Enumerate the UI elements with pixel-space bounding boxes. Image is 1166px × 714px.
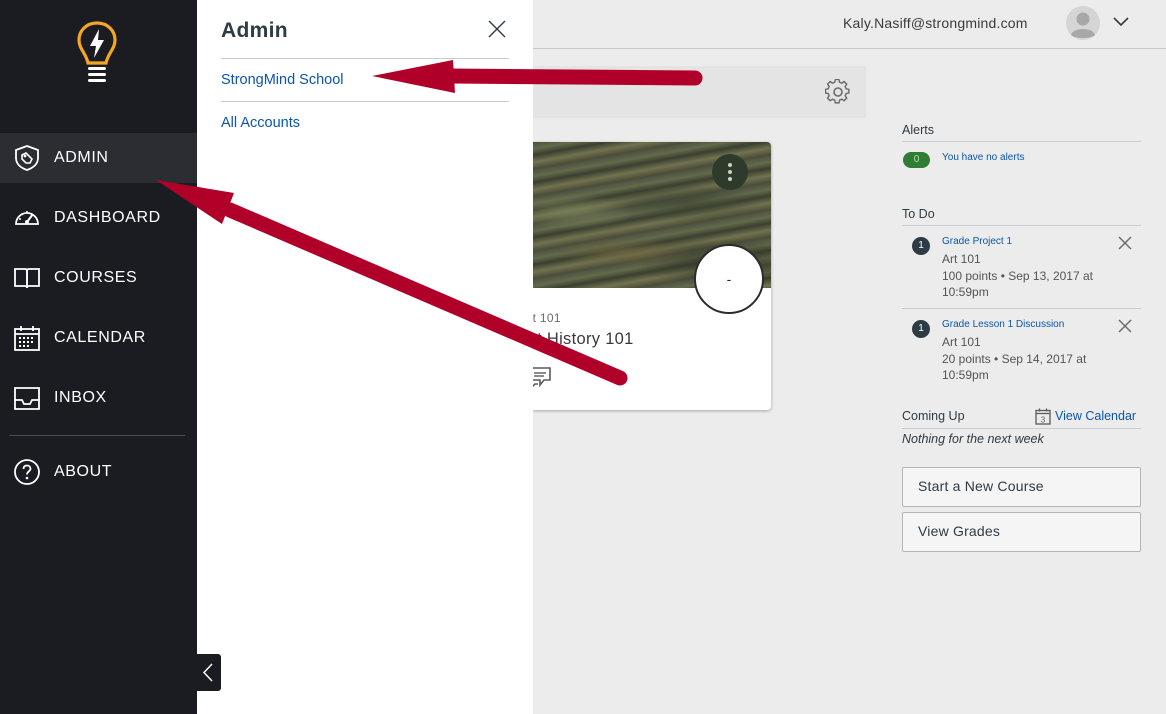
coming-up-heading: Coming Up — [902, 409, 965, 423]
start-new-course-button[interactable]: Start a New Course — [902, 467, 1141, 507]
tray-link-strongmind-school[interactable]: StrongMind School — [221, 72, 344, 88]
global-navigation: ADMIN DASHBOARD COURSES CALENDAR INBOX A… — [0, 0, 197, 714]
divider — [902, 225, 1141, 226]
tray-link-all-accounts[interactable]: All Accounts — [221, 115, 300, 131]
nav-item-label: ABOUT — [54, 463, 113, 480]
speedometer-icon — [15, 211, 39, 225]
user-avatar-icon[interactable] — [1066, 6, 1100, 40]
course-card-title[interactable]: Art History 101 — [520, 330, 634, 349]
chevron-down-icon[interactable] — [1113, 14, 1129, 30]
nav-item-label: COURSES — [54, 269, 138, 286]
divider — [902, 308, 1141, 309]
todo-count-badge: 1 — [912, 237, 930, 255]
course-grade-circle: - — [694, 244, 764, 314]
gear-icon[interactable] — [825, 79, 851, 105]
collapse-nav-button[interactable] — [196, 654, 221, 691]
view-calendar-link[interactable]: View Calendar — [1055, 409, 1136, 423]
nav-item-about[interactable]: ABOUT — [0, 447, 197, 497]
view-grades-button[interactable]: View Grades — [902, 512, 1141, 552]
alerts-heading: Alerts — [902, 123, 934, 137]
admin-tray: Admin StrongMind School All Accounts — [197, 0, 533, 714]
coming-up-empty-message: Nothing for the next week — [902, 432, 1044, 446]
todo-item-meta: 100 points • Sep 13, 2017 at 10:59pm — [942, 269, 1093, 299]
card-menu-icon[interactable] — [712, 154, 748, 190]
divider — [221, 101, 509, 102]
todo-item-meta: 20 points • Sep 14, 2017 at 10:59pm — [942, 352, 1087, 382]
strongmind-lightbulb-logo[interactable] — [76, 20, 118, 86]
course-card[interactable]: - Art 101 Art History 101 — [520, 142, 771, 410]
tray-title: Admin — [221, 19, 288, 42]
todo-item-course: Art 101 — [942, 335, 981, 349]
alerts-count-badge: 0 — [903, 152, 930, 168]
nav-item-calendar[interactable]: CALENDAR — [0, 313, 197, 363]
todo-count-badge: 1 — [912, 320, 930, 338]
nav-item-label: INBOX — [54, 389, 107, 406]
question-circle-icon — [14, 459, 40, 485]
dashboard-header-bar — [533, 66, 866, 118]
user-email: Kaly.Nasiff@strongmind.com — [843, 15, 1028, 31]
top-header: Kaly.Nasiff@strongmind.com — [533, 0, 1166, 49]
nav-item-dashboard[interactable]: DASHBOARD — [0, 193, 197, 243]
close-icon[interactable] — [1118, 319, 1132, 333]
todo-heading: To Do — [902, 207, 935, 221]
calendar-day-number: 3 — [1041, 416, 1046, 425]
close-icon[interactable] — [485, 17, 509, 41]
nav-item-label: ADMIN — [54, 149, 109, 166]
todo-item-course: Art 101 — [942, 252, 981, 266]
alerts-message: You have no alerts — [942, 152, 1025, 163]
calendar-day-icon: 3 — [1035, 408, 1051, 425]
nav-item-inbox[interactable]: INBOX — [0, 373, 197, 423]
todo-item-title[interactable]: Grade Project 1 — [942, 236, 1012, 247]
open-book-icon — [14, 268, 40, 289]
nav-item-label: DASHBOARD — [54, 209, 161, 226]
inbox-tray-icon — [14, 387, 40, 410]
close-icon[interactable] — [1118, 236, 1132, 250]
nav-divider — [9, 435, 185, 436]
nav-item-label: CALENDAR — [54, 329, 146, 346]
divider — [221, 58, 509, 59]
nav-item-courses[interactable]: COURSES — [0, 253, 197, 303]
nav-item-admin[interactable]: ADMIN — [0, 133, 197, 183]
todo-item-title[interactable]: Grade Lesson 1 Discussion — [942, 319, 1064, 330]
calendar-icon — [14, 326, 40, 351]
chevron-left-icon — [202, 663, 213, 682]
divider — [902, 141, 1141, 142]
divider — [902, 428, 1141, 429]
admin-shield-icon — [15, 145, 39, 171]
